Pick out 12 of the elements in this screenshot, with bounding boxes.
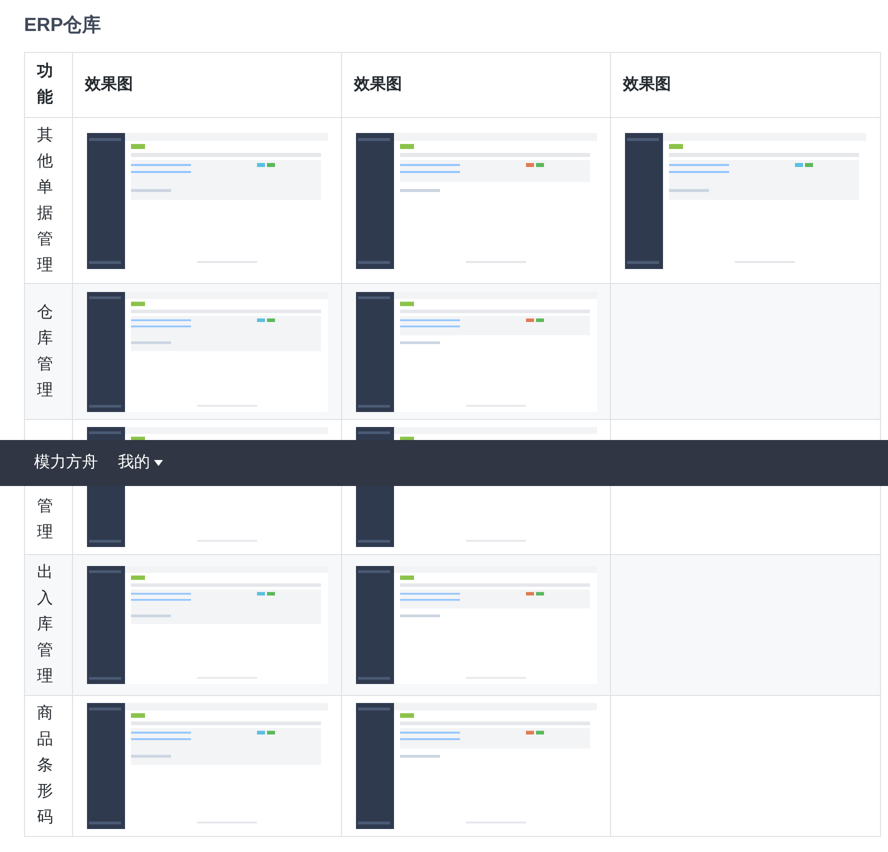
nav-link[interactable]: 模力方舟 bbox=[34, 451, 98, 475]
column-header: 功能 bbox=[37, 62, 53, 108]
row-label: 商品条形码 bbox=[37, 704, 53, 828]
nav-link[interactable]: 我的 bbox=[118, 451, 163, 475]
row-label: 出入库管理 bbox=[37, 562, 53, 687]
column-header: 效果图 bbox=[623, 76, 671, 93]
section-title: ERP仓库 bbox=[24, 14, 102, 38]
row-label: 仓库管理 bbox=[37, 302, 53, 400]
row-label: 管理 bbox=[37, 497, 53, 543]
column-header: 效果图 bbox=[354, 76, 402, 93]
column-header: 效果图 bbox=[85, 76, 133, 93]
row-label: 其他单据管理 bbox=[37, 126, 53, 276]
